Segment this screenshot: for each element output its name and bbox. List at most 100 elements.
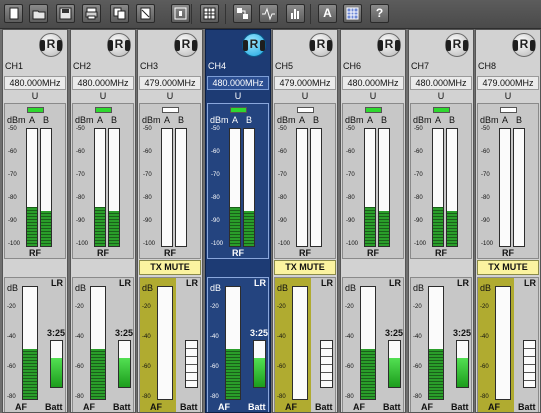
rf-scale-tick: -100 [346, 241, 359, 247]
frequency-display[interactable]: 479.000MHz [139, 76, 201, 90]
af-scale-tick: -60 [210, 364, 219, 370]
rf-a-meter-fill [433, 207, 443, 246]
af-unit-label: dB [480, 283, 492, 293]
af-scale-tick: -20 [7, 304, 16, 310]
rf-scale-tick: -90 [346, 218, 355, 224]
receiver-letter: R [384, 37, 394, 51]
fit-button[interactable] [171, 4, 190, 23]
af-scale-tick: -80 [413, 394, 422, 400]
open-button[interactable] [29, 4, 48, 23]
channel-strip-ch3[interactable]: R CH3 479.000MHz UdBm A B -50 -60 -70 -80 -90 -100 R… [137, 29, 203, 413]
antenna-b-label: B [111, 115, 118, 125]
help-button[interactable]: ? [370, 4, 389, 23]
af-unit-label: dB [7, 283, 19, 293]
grid-button[interactable] [200, 4, 219, 23]
rf-label: RF [232, 248, 244, 258]
frequency-display[interactable]: 480.000MHz [207, 76, 269, 90]
antenna-b-label: B [246, 115, 253, 125]
battery-time: 3:25 [115, 328, 134, 338]
af-meter [22, 286, 38, 400]
rf-meter-panel: dBm A B -50 -60 -70 -80 -90 -100 RF [207, 103, 269, 259]
new-icon [9, 7, 19, 20]
scan-button[interactable] [259, 4, 278, 23]
channel-strip-ch6[interactable]: R CH6 480.000MHz UdBm A B -50 -60 -70 -80 -90 -100 R… [340, 29, 406, 413]
rf-scale-tick: -50 [211, 126, 220, 132]
channel-name[interactable]: CH7 [411, 61, 429, 71]
rf-a-meter-fill [230, 207, 240, 246]
rf-scale-tick: -80 [76, 195, 85, 201]
copy-button[interactable] [110, 4, 129, 23]
diversity-led [230, 107, 247, 113]
af-scale-tick: -40 [277, 334, 286, 340]
channel-name[interactable]: CH6 [343, 61, 361, 71]
frequency-display[interactable]: 480.000MHz [72, 76, 134, 90]
rf-unit-label: dBm [7, 115, 26, 125]
new-button[interactable] [4, 4, 23, 23]
channel-strip-ch5[interactable]: R CH5 479.000MHz UdBm A B -50 -60 -70 -80 -90 -100 R… [272, 29, 338, 413]
af-label: AF [218, 402, 230, 412]
af-scale-tick: -40 [7, 334, 16, 340]
antenna-a-label: A [97, 115, 104, 125]
rf-a-meter [364, 128, 376, 247]
frequency-display[interactable]: 479.000MHz [274, 76, 336, 90]
diversity-led [500, 107, 517, 113]
antenna-a-label: A [367, 115, 374, 125]
print-button[interactable] [82, 4, 101, 23]
receiver-headphone-icon[interactable]: R [174, 33, 198, 57]
tx-mute-badge: TX MUTE [477, 260, 539, 275]
channel-name[interactable]: CH2 [73, 61, 91, 71]
channel-strip-ch2[interactable]: R CH2 480.000MHz UdBm A B -50 -60 -70 -80 -90 -100 R… [70, 29, 136, 413]
af-scale-tick: -40 [480, 334, 489, 340]
frequency-display[interactable]: 479.000MHz [477, 76, 539, 90]
rf-scale-tick: -60 [143, 149, 152, 155]
af-scale-tick: -60 [480, 364, 489, 370]
channel-name[interactable]: CH3 [140, 61, 158, 71]
layout-button[interactable] [233, 4, 252, 23]
cut-button[interactable] [136, 4, 155, 23]
rf-scale-tick: -50 [278, 126, 287, 132]
channel-strip-ch8[interactable]: R CH8 479.000MHz UdBm A B -50 -60 -70 -80 -90 -100 R… [475, 29, 541, 413]
rf-scale-tick: -90 [211, 218, 220, 224]
rf-scale-tick: -80 [481, 195, 490, 201]
save-button[interactable] [56, 4, 75, 23]
rf-scale-tick: -50 [76, 126, 85, 132]
channel-strip-ch7[interactable]: R CH7 480.000MHz UdBm A B -50 -60 -70 -80 -90 -100 R… [408, 29, 474, 413]
group-label: U [99, 91, 107, 101]
rf-scale-tick: -70 [481, 172, 490, 178]
af-meter-panel: dB LR -20 -40 -60 -80 AF Batt [139, 277, 201, 412]
af-scale-tick: -80 [75, 394, 84, 400]
af-meter-fill [429, 348, 443, 399]
bars-button[interactable] [286, 4, 305, 23]
diversity-led [27, 107, 44, 113]
channel-name[interactable]: CH8 [478, 61, 496, 71]
receiver-headphone-icon[interactable]: R [377, 33, 401, 57]
channel-strip-ch1[interactable]: R CH1 480.000MHz UdBm A B -50 -60 -70 -80 -90 -100 R… [2, 29, 68, 413]
receiver-headphone-icon[interactable]: R [107, 33, 131, 57]
rf-b-meter-fill [109, 210, 119, 246]
rf-label: RF [299, 248, 311, 258]
receiver-headphone-icon[interactable]: R [242, 33, 266, 57]
receiver-letter: R [316, 37, 326, 51]
frequency-display[interactable]: 480.000MHz [410, 76, 472, 90]
rf-scale-tick: -80 [414, 195, 423, 201]
channel-strip-ch4[interactable]: R CH4 480.000MHz UdBm A B -50 -60 -70 -80 -90 -100 R… [205, 29, 271, 413]
help-icon: ? [375, 6, 384, 20]
rf-scale-tick: -70 [76, 172, 85, 178]
receiver-headphone-icon[interactable]: R [445, 33, 469, 57]
channel-name[interactable]: CH4 [208, 61, 226, 71]
font-button[interactable]: A [318, 4, 337, 23]
receiver-headphone-icon[interactable]: R [512, 33, 536, 57]
receiver-headphone-icon[interactable]: R [39, 33, 63, 57]
af-meter-fill [226, 348, 240, 399]
af-label: AF [150, 402, 162, 412]
af-scale-tick: -60 [142, 364, 151, 370]
diversity-led [365, 107, 382, 113]
receiver-headphone-icon[interactable]: R [309, 33, 333, 57]
channel-name[interactable]: CH5 [275, 61, 293, 71]
rf-label: RF [367, 248, 379, 258]
frequency-display[interactable]: 480.000MHz [4, 76, 66, 90]
table-button[interactable] [343, 4, 362, 23]
frequency-display[interactable]: 480.000MHz [342, 76, 404, 90]
channel-name[interactable]: CH1 [5, 61, 23, 71]
batt-label: Batt [518, 402, 536, 412]
